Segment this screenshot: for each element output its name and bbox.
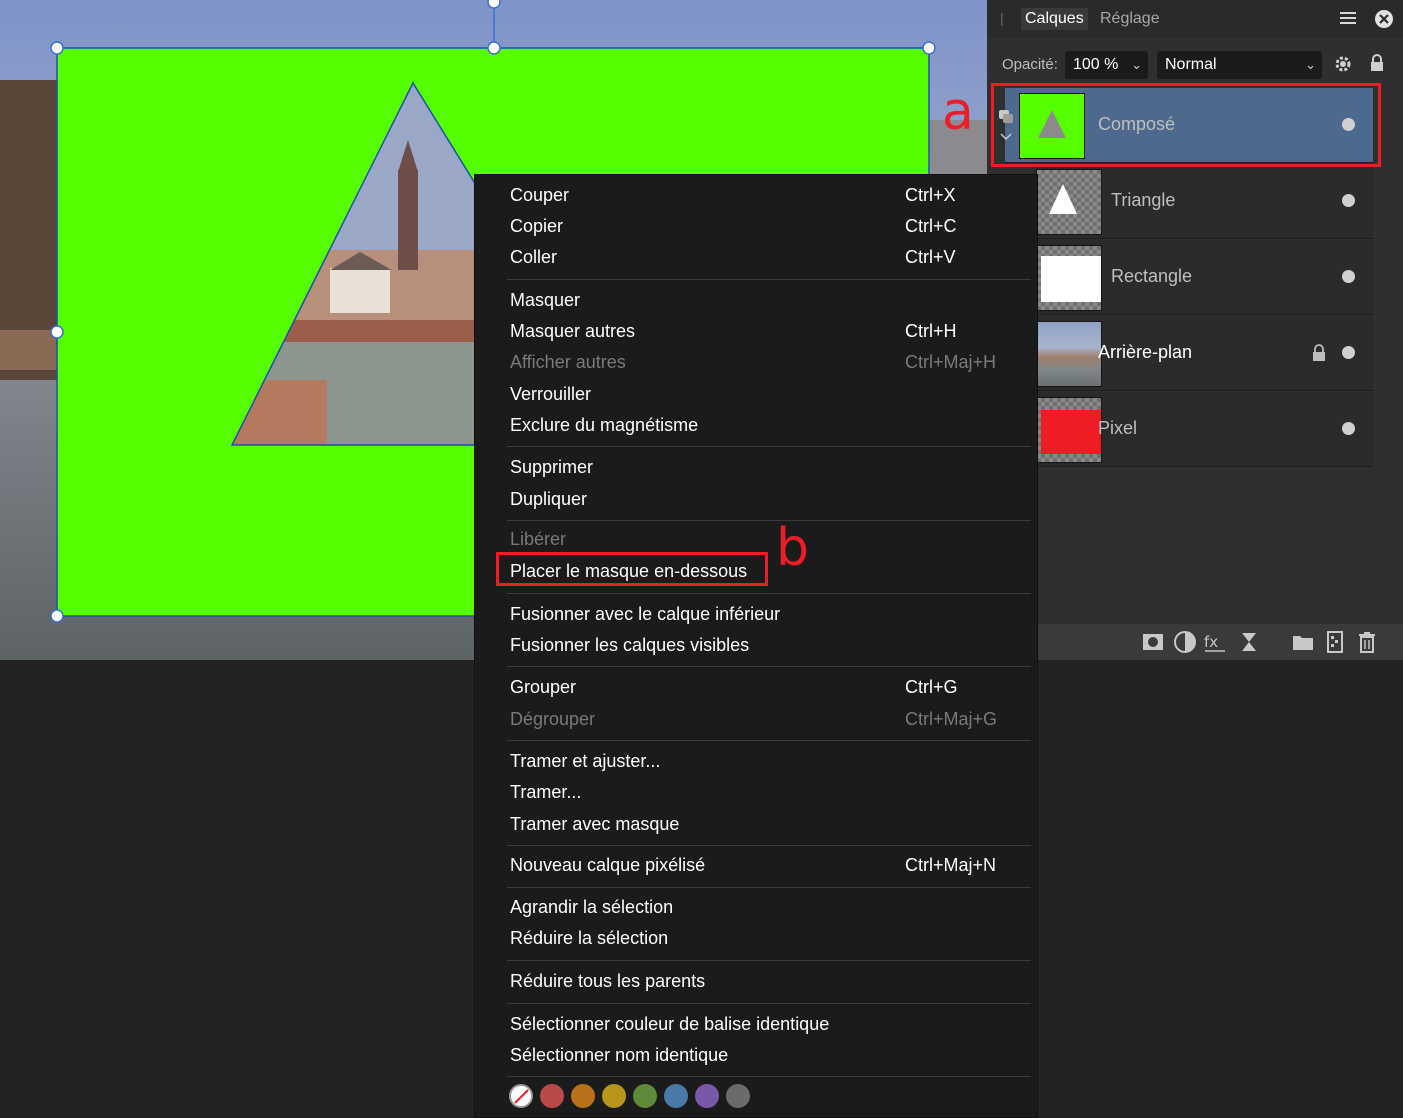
menu-separator <box>507 1076 1031 1077</box>
menu-item-tramer-masque[interactable]: Tramer avec masque <box>510 814 679 835</box>
menu-separator <box>507 446 1031 447</box>
annotation-box-b <box>496 552 768 586</box>
menu-separator <box>507 593 1031 594</box>
tag-color-swatch[interactable] <box>540 1084 564 1108</box>
menu-item-nouveau-calque-pixelise[interactable]: Nouveau calque pixélisé <box>510 855 705 876</box>
menu-item-exclure-magnetisme[interactable]: Exclure du magnétisme <box>510 415 698 436</box>
layer-lock-icon[interactable] <box>1312 344 1326 362</box>
menu-separator <box>507 666 1031 667</box>
mask-layer-icon[interactable] <box>1141 630 1165 654</box>
menu-item-reduire-selection[interactable]: Réduire la sélection <box>510 928 668 949</box>
shortcut-nouveau-calque-pixelise: Ctrl+Maj+N <box>905 855 997 875</box>
menu-item-degrouper: Dégrouper <box>510 709 596 729</box>
layer-thumbnail <box>1036 397 1102 463</box>
menu-separator <box>507 279 1031 280</box>
layer-row-rectangle[interactable]: Rectangle <box>1032 240 1373 315</box>
shortcut-grouper: Ctrl+G <box>905 677 958 697</box>
tag-color-swatch[interactable] <box>726 1084 750 1108</box>
menu-separator <box>507 1003 1031 1004</box>
menu-item-masquer[interactable]: Masquer <box>510 290 580 311</box>
tab-calques[interactable]: Calques <box>1021 8 1088 30</box>
menu-item-selectionner-nom[interactable]: Sélectionner nom identique <box>510 1045 728 1066</box>
tag-color-swatch[interactable] <box>602 1084 626 1108</box>
tag-color-swatch[interactable] <box>633 1084 657 1108</box>
shortcut-degrouper: Ctrl+Maj+G <box>905 709 998 729</box>
visibility-dot-icon[interactable] <box>1342 270 1355 283</box>
layer-name: Triangle <box>1111 190 1176 210</box>
gear-icon[interactable] <box>1333 54 1353 74</box>
shortcut-couper: Ctrl+X <box>905 185 956 205</box>
tab-reglage[interactable]: Réglage <box>1096 8 1164 30</box>
opacity-dropdown[interactable]: 100 % ⌄ <box>1065 51 1148 79</box>
blend-mode-dropdown[interactable]: Normal ⌄ <box>1157 51 1322 79</box>
chevron-down-icon: ⌄ <box>1305 57 1316 72</box>
svg-text:fx: fx <box>1204 633 1218 651</box>
annotation-label-b: b <box>776 518 810 578</box>
blend-mode-value: Normal <box>1165 56 1217 73</box>
context-menu: Couper Ctrl+X Copier Ctrl+C Coller Ctrl+… <box>474 174 1038 1118</box>
layer-thumbnail <box>1036 245 1102 311</box>
visibility-dot-icon[interactable] <box>1342 194 1355 207</box>
layer-row-pixel[interactable]: Pixel <box>1032 392 1373 467</box>
shortcut-coller: Ctrl+V <box>905 247 956 267</box>
menu-item-fusionner-visibles[interactable]: Fusionner les calques visibles <box>510 635 749 656</box>
menu-item-liberer: Libérer <box>510 529 567 549</box>
adjustment-layer-icon[interactable] <box>1173 630 1197 654</box>
menu-separator <box>507 520 1031 521</box>
shortcut-masquer-autres: Ctrl+H <box>905 321 957 341</box>
menu-item-dupliquer[interactable]: Dupliquer <box>510 489 587 510</box>
menu-item-verrouiller[interactable]: Verrouiller <box>510 384 591 405</box>
tag-color-swatch[interactable] <box>571 1084 595 1108</box>
layers-toolbar: fx <box>1027 624 1403 660</box>
shortcut-copier: Ctrl+C <box>905 216 957 236</box>
menu-item-couper[interactable]: Couper <box>510 185 569 206</box>
lock-icon[interactable] <box>1369 53 1385 73</box>
menu-separator <box>507 740 1031 741</box>
opacity-value: 100 % <box>1073 56 1119 73</box>
annotation-label-a: a <box>942 82 974 142</box>
menu-item-masquer-autres[interactable]: Masquer autres <box>510 321 635 342</box>
layer-thumbnail <box>1036 169 1102 235</box>
menu-item-fusionner-inferieur[interactable]: Fusionner avec le calque inférieur <box>510 604 780 625</box>
menu-item-grouper[interactable]: Grouper <box>510 677 576 698</box>
panel-grip-icon[interactable]: | <box>1000 10 1004 26</box>
chevron-down-icon: ⌄ <box>1131 57 1142 72</box>
delete-layer-icon[interactable] <box>1355 630 1379 654</box>
menu-item-tramer[interactable]: Tramer... <box>510 782 581 803</box>
menu-item-selectionner-couleur-balise[interactable]: Sélectionner couleur de balise identique <box>510 1014 829 1035</box>
menu-item-coller[interactable]: Coller <box>510 247 557 268</box>
add-pixel-layer-icon[interactable] <box>1323 630 1347 654</box>
live-filter-icon[interactable] <box>1237 630 1261 654</box>
menu-item-reduire-parents[interactable]: Réduire tous les parents <box>510 971 705 992</box>
visibility-dot-icon[interactable] <box>1342 346 1355 359</box>
menu-item-afficher-autres: Afficher autres <box>510 352 626 372</box>
menu-separator <box>507 845 1031 846</box>
add-group-icon[interactable] <box>1291 630 1315 654</box>
layer-name: Rectangle <box>1111 266 1193 286</box>
layer-thumbnail <box>1036 321 1102 387</box>
panel-menu-icon[interactable] <box>1339 10 1357 26</box>
layer-name: Arrière-plan <box>1098 342 1193 362</box>
menu-item-copier[interactable]: Copier <box>510 216 563 237</box>
tag-color-none-icon[interactable] <box>509 1084 533 1108</box>
menu-separator <box>507 887 1031 888</box>
menu-item-supprimer[interactable]: Supprimer <box>510 457 593 478</box>
menu-item-tramer-ajuster[interactable]: Tramer et ajuster... <box>510 751 660 772</box>
opacity-label: Opacité: <box>1002 56 1058 73</box>
panel-tab-bar: | Calques Réglage <box>987 0 1403 38</box>
annotation-box-a <box>991 83 1381 167</box>
panel-close-icon[interactable] <box>1374 9 1394 29</box>
fx-icon[interactable]: fx <box>1203 630 1227 654</box>
layer-name: Pixel <box>1098 418 1138 438</box>
tag-color-swatch[interactable] <box>695 1084 719 1108</box>
layer-row-triangle[interactable]: Triangle <box>1032 164 1373 239</box>
menu-item-agrandir-selection[interactable]: Agrandir la sélection <box>510 897 673 918</box>
layer-row-arriere-plan[interactable]: Arrière-plan <box>1032 316 1373 391</box>
visibility-dot-icon[interactable] <box>1342 422 1355 435</box>
tag-color-swatch[interactable] <box>664 1084 688 1108</box>
shortcut-afficher-autres: Ctrl+Maj+H <box>905 352 997 372</box>
menu-separator <box>507 960 1031 961</box>
